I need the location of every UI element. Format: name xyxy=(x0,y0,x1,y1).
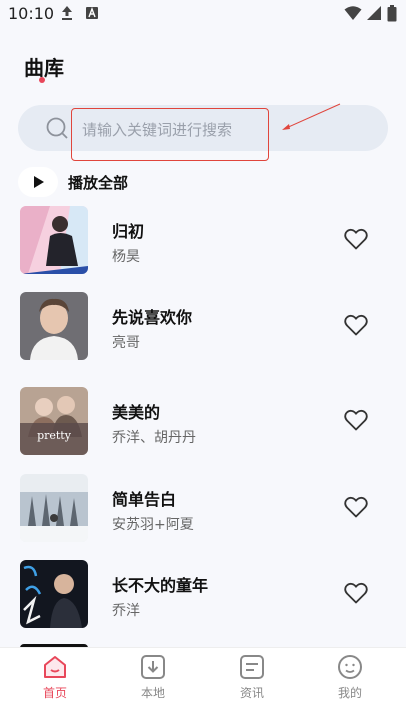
album-cover xyxy=(20,474,88,542)
signal-icon xyxy=(367,6,381,20)
tab-label: 我的 xyxy=(337,686,362,700)
app-notification-icon xyxy=(86,7,98,19)
play-all-label: 播放全部 xyxy=(68,174,129,192)
heart-icon[interactable] xyxy=(344,409,368,431)
heart-icon[interactable] xyxy=(344,496,368,518)
title-indicator-dot xyxy=(39,77,45,83)
song-item[interactable]: 归初 杨昊 xyxy=(0,204,406,276)
song-title: 先说喜欢你 xyxy=(112,308,193,327)
song-artist: 亮哥 xyxy=(112,335,140,351)
song-title: 简单告白 xyxy=(112,490,177,509)
page-title: 曲库 xyxy=(24,56,64,80)
tab-news[interactable]: 资讯 xyxy=(217,654,287,704)
tab-label: 本地 xyxy=(140,686,165,700)
song-item[interactable]: 简单告白 安苏羽+阿夏 xyxy=(0,472,406,544)
play-icon xyxy=(34,176,44,188)
profile-icon xyxy=(338,655,362,679)
song-title: 长不大的童年 xyxy=(112,576,209,595)
tab-label: 首页 xyxy=(42,686,67,700)
song-item[interactable]: pretty 美美的 乔洋、胡丹丹 xyxy=(0,385,406,457)
search-icon xyxy=(46,117,68,139)
cover-text: pretty xyxy=(37,429,72,442)
song-artist: 安苏羽+阿夏 xyxy=(112,517,194,533)
song-artist: 乔洋、胡丹丹 xyxy=(112,430,196,446)
news-icon xyxy=(240,655,264,679)
album-cover xyxy=(20,206,88,274)
upload-icon xyxy=(62,6,72,20)
tab-home[interactable]: 首页 xyxy=(20,654,90,704)
album-cover xyxy=(20,560,88,628)
status-time: 10:10 xyxy=(8,4,55,23)
song-artist: 乔洋 xyxy=(112,603,140,619)
battery-icon xyxy=(387,5,397,22)
download-icon xyxy=(141,655,165,679)
song-title: 美美的 xyxy=(112,403,161,422)
annotation-arrow xyxy=(282,103,341,130)
tab-label: 资讯 xyxy=(239,686,264,700)
play-all-button[interactable] xyxy=(18,167,58,197)
heart-icon[interactable] xyxy=(344,228,368,250)
song-title: 归初 xyxy=(112,222,145,241)
tab-local[interactable]: 本地 xyxy=(118,654,188,704)
album-cover xyxy=(20,292,88,360)
album-cover: pretty xyxy=(20,387,88,455)
tab-profile[interactable]: 我的 xyxy=(315,654,385,704)
heart-icon[interactable] xyxy=(344,582,368,604)
song-item[interactable]: 长不大的童年 乔洋 xyxy=(0,558,406,630)
wifi-icon xyxy=(344,6,362,20)
song-artist: 杨昊 xyxy=(112,249,140,265)
heart-icon[interactable] xyxy=(344,314,368,336)
status-bar: 10:10 xyxy=(0,0,406,28)
annotation-highlight-box xyxy=(71,108,269,161)
song-item[interactable]: 先说喜欢你 亮哥 xyxy=(0,290,406,362)
home-icon xyxy=(44,656,66,678)
bottom-tab-bar: 首页 本地 资讯 我的 xyxy=(0,647,406,722)
